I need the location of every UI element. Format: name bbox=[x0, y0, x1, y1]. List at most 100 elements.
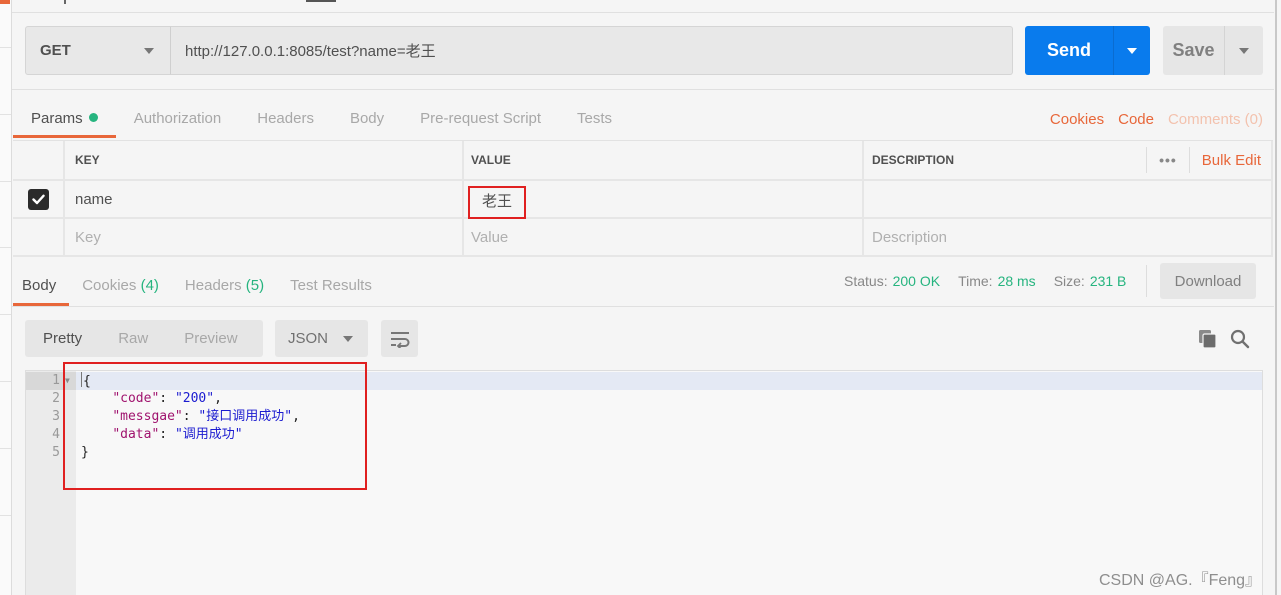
table-row-new: Key Value Description bbox=[13, 219, 1273, 257]
cookies-count: (4) bbox=[140, 277, 159, 294]
view-raw-button[interactable]: Raw bbox=[100, 330, 166, 347]
chevron-down-icon bbox=[343, 335, 353, 342]
time-label: Time: bbox=[958, 273, 993, 289]
tab-tests[interactable]: Tests bbox=[559, 100, 630, 138]
scrollbar[interactable] bbox=[1275, 0, 1281, 595]
sidebar-divider bbox=[0, 515, 11, 516]
param-value-field[interactable]: 老王 bbox=[464, 181, 864, 219]
search-icon[interactable] bbox=[1230, 329, 1250, 354]
code-line: 4 "data": "调用成功" bbox=[26, 426, 1262, 444]
line-number: 5 bbox=[52, 445, 60, 460]
divider bbox=[1146, 265, 1148, 297]
format-label: JSON bbox=[288, 330, 329, 347]
tab-label: Params bbox=[31, 110, 83, 127]
tab-test-results[interactable]: Test Results bbox=[277, 266, 385, 306]
line-number: 2 bbox=[52, 391, 60, 406]
sidebar-edge bbox=[0, 0, 12, 595]
table-header: KEY VALUE DESCRIPTION ••• Bulk Edit bbox=[13, 141, 1273, 181]
cookies-link[interactable]: Cookies bbox=[1050, 111, 1104, 128]
send-button-group: Send bbox=[1025, 26, 1150, 75]
json-key: "data" bbox=[112, 427, 160, 442]
header-checkbox-cell bbox=[13, 141, 65, 179]
tab-response-headers[interactable]: Headers (5) bbox=[172, 266, 277, 306]
column-header-description-label: DESCRIPTION bbox=[872, 153, 955, 167]
sidebar-divider bbox=[0, 314, 11, 315]
copy-icon[interactable] bbox=[1198, 329, 1218, 354]
save-button-group: Save bbox=[1163, 26, 1263, 75]
code-link[interactable]: Code bbox=[1118, 111, 1154, 128]
row-checkbox-cell bbox=[13, 181, 65, 217]
column-header-key: KEY bbox=[65, 141, 464, 179]
watermark: CSDN @AG.『Feng』 bbox=[1099, 572, 1262, 589]
code-text: "messgae": "接口调用成功", bbox=[112, 409, 300, 424]
row-enabled-checkbox[interactable] bbox=[27, 188, 49, 210]
tab-body[interactable]: Body bbox=[332, 100, 402, 138]
tab-pre-request-script[interactable]: Pre-request Script bbox=[402, 100, 559, 138]
top-tab-fragment bbox=[306, 0, 336, 2]
format-select[interactable]: JSON bbox=[275, 320, 368, 357]
sidebar-divider bbox=[0, 181, 11, 182]
table-row: name 老王 bbox=[13, 181, 1273, 219]
response-meta: Status: 200 OK Time: 28 ms Size: 231 B bbox=[844, 265, 1161, 297]
chevron-down-icon bbox=[1127, 47, 1137, 54]
code-text: } bbox=[81, 445, 89, 460]
params-indicator-dot bbox=[88, 113, 98, 122]
comments-link[interactable]: Comments (0) bbox=[1168, 111, 1263, 128]
method-select[interactable]: GET bbox=[25, 26, 171, 75]
response-tabs: Body Cookies (4) Headers (5) Test Result… bbox=[13, 266, 385, 306]
tab-headers[interactable]: Headers bbox=[239, 100, 332, 138]
request-tabs: Params Authorization Headers Body Pre-re… bbox=[13, 100, 630, 138]
bulk-edit-link[interactable]: Bulk Edit bbox=[1190, 152, 1271, 169]
view-preview-button[interactable]: Preview bbox=[166, 330, 255, 347]
json-key: "code" bbox=[112, 391, 160, 406]
new-description-input[interactable]: Description bbox=[864, 219, 1273, 255]
sidebar-divider bbox=[0, 114, 11, 115]
wrap-lines-button[interactable] bbox=[381, 320, 418, 357]
value-highlight-annotation: 老王 bbox=[468, 185, 527, 219]
size-value: 231 B bbox=[1089, 273, 1127, 289]
row-checkbox-cell bbox=[13, 219, 65, 255]
divider bbox=[12, 306, 1274, 307]
tab-response-body[interactable]: Body bbox=[13, 266, 70, 306]
tab-response-cookies[interactable]: Cookies (4) bbox=[69, 266, 172, 306]
header-actions: ••• Bulk Edit bbox=[1146, 141, 1271, 179]
line-number: 4 bbox=[52, 427, 60, 442]
sidebar-divider bbox=[0, 381, 11, 382]
params-table: KEY VALUE DESCRIPTION ••• Bulk Edit name… bbox=[13, 140, 1273, 257]
send-button[interactable]: Send bbox=[1025, 26, 1113, 75]
sidebar-divider bbox=[0, 448, 11, 449]
send-options-button[interactable] bbox=[1113, 26, 1150, 75]
code-text: "code": "200", bbox=[112, 391, 222, 406]
code-line: 2 "code": "200", bbox=[26, 390, 1262, 408]
method-label: GET bbox=[40, 42, 71, 59]
json-key: "messgae" bbox=[112, 409, 183, 424]
size-label: Size: bbox=[1053, 273, 1085, 289]
view-pretty-button[interactable]: Pretty bbox=[25, 330, 100, 347]
json-string: "调用成功" bbox=[174, 427, 243, 442]
response-body-editor[interactable]: 1 ▼ { 2 "code": "200", 3 "messgae": "接口调… bbox=[25, 370, 1263, 595]
status-value: 200 OK bbox=[892, 273, 941, 289]
param-key-field[interactable]: name bbox=[65, 181, 464, 217]
tab-params[interactable]: Params bbox=[13, 100, 116, 138]
more-options-icon[interactable]: ••• bbox=[1146, 147, 1190, 173]
new-value-input[interactable]: Value bbox=[464, 219, 864, 255]
download-button[interactable]: Download bbox=[1160, 263, 1256, 299]
tab-label: Cookies bbox=[82, 277, 137, 294]
column-header-description: DESCRIPTION ••• Bulk Edit bbox=[864, 141, 1273, 179]
json-string: "200" bbox=[174, 391, 215, 406]
sidebar-divider bbox=[0, 247, 11, 248]
new-key-input[interactable]: Key bbox=[65, 219, 464, 255]
brace-open: { bbox=[83, 374, 91, 389]
save-button[interactable]: Save bbox=[1163, 26, 1224, 75]
divider bbox=[12, 89, 1274, 90]
top-tab-fragment bbox=[64, 0, 66, 4]
fold-arrow-icon[interactable]: ▼ bbox=[65, 372, 70, 390]
url-input[interactable] bbox=[170, 26, 1013, 75]
line-number: 3 bbox=[52, 409, 60, 424]
sidebar-divider bbox=[0, 47, 11, 48]
checkmark-icon bbox=[31, 194, 45, 204]
param-description-field[interactable] bbox=[864, 181, 1273, 217]
tab-authorization[interactable]: Authorization bbox=[116, 100, 240, 138]
save-options-button[interactable] bbox=[1224, 26, 1263, 75]
request-links: Cookies Code Comments (0) bbox=[1050, 100, 1263, 138]
